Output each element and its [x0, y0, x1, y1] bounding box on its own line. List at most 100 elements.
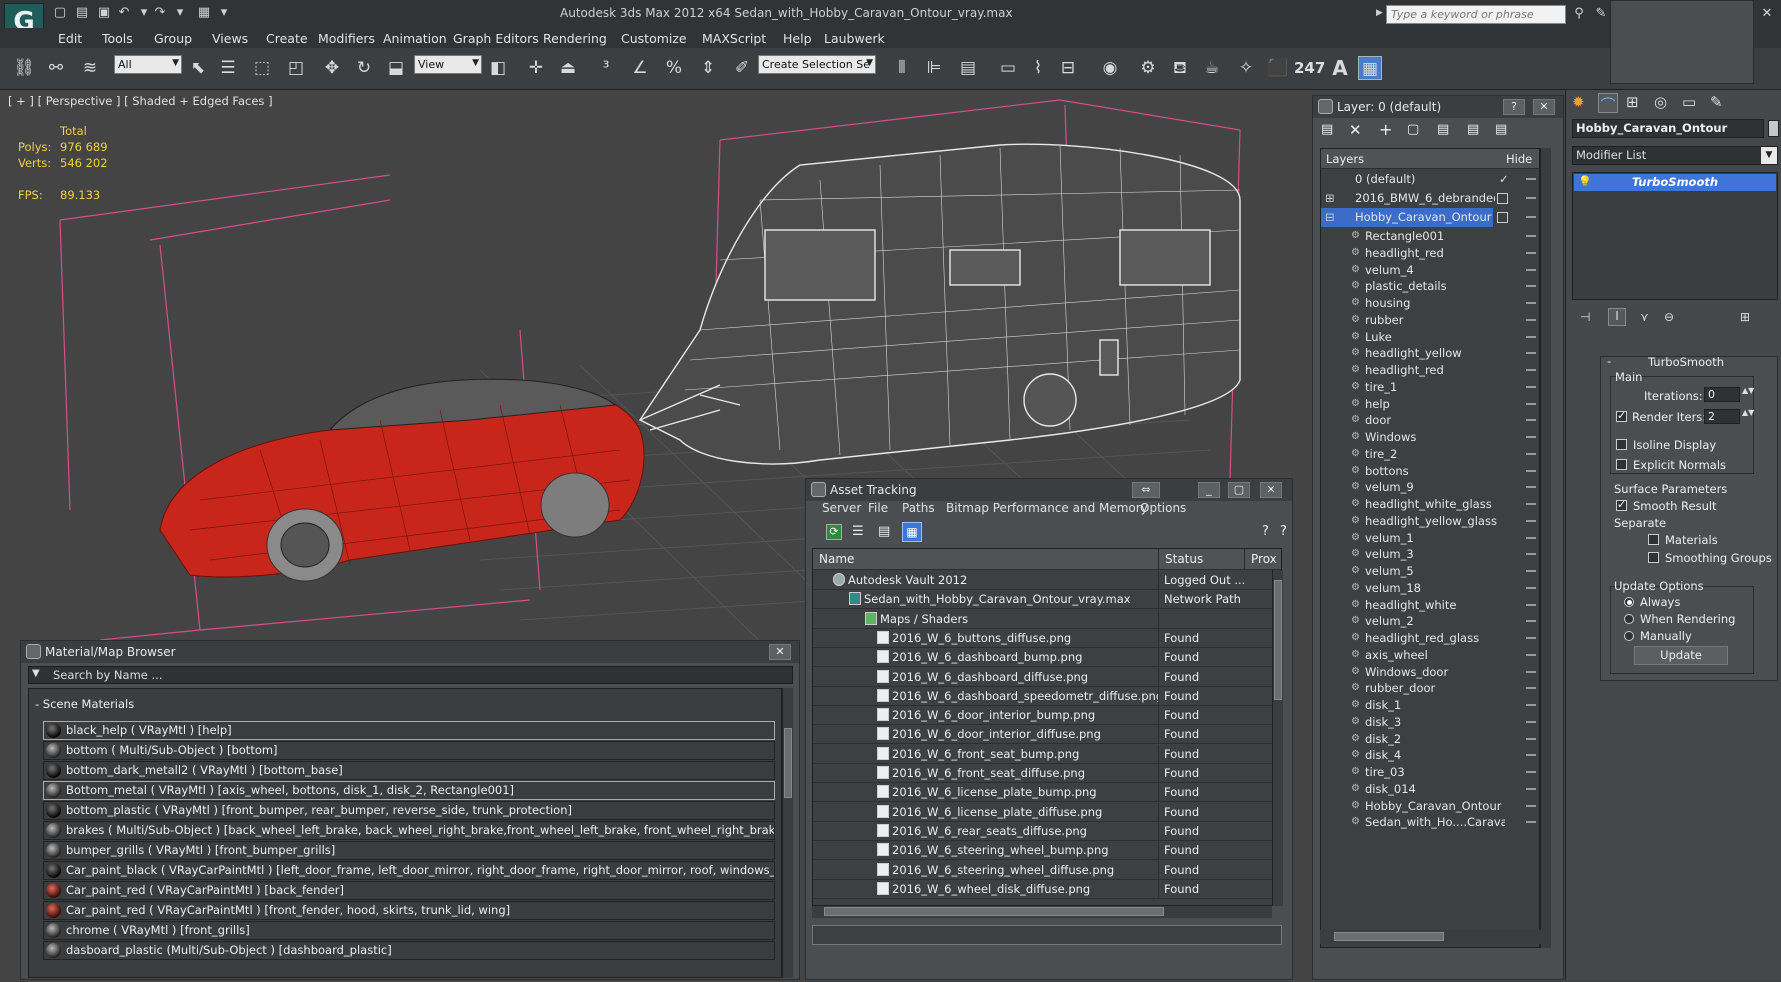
scrollbar-thumb[interactable]: [1334, 932, 1444, 941]
thumbnail-view-icon[interactable]: ▤: [878, 524, 894, 540]
menu-laubwerk[interactable]: Laubwerk: [824, 31, 885, 46]
hide-toggle[interactable]: [1526, 503, 1536, 505]
new-file-icon[interactable]: ▢: [52, 5, 68, 21]
viewport-label[interactable]: [ + ] [ Perspective ] [ Shaded + Edged F…: [8, 94, 273, 108]
minimize-icon[interactable]: _: [1198, 482, 1220, 498]
asset-tracking-titlebar[interactable]: Asset Tracking ⇔ _ ▢ ✕: [806, 479, 1292, 501]
asset-menu-file[interactable]: File: [868, 501, 888, 515]
redo-icon[interactable]: ↷: [152, 5, 168, 21]
keyboard-shortcut-override-icon[interactable]: ⏏: [556, 56, 580, 80]
table-row[interactable]: 2016_W_6_steering_wheel_bump.png Found: [813, 841, 1273, 861]
hide-toggle[interactable]: [1526, 216, 1536, 218]
display-tab-icon[interactable]: ▭: [1682, 93, 1696, 111]
options-dropdown-icon[interactable]: ▼: [32, 668, 40, 679]
hide-toggle[interactable]: [1526, 197, 1536, 199]
show-end-result-icon[interactable]: Ⅰ: [1608, 308, 1626, 326]
object-color-swatch[interactable]: [1768, 120, 1779, 137]
table-row[interactable]: Autodesk Vault 2012 Logged Out ...: [813, 571, 1273, 590]
hide-toggle[interactable]: [1526, 251, 1536, 254]
context-help-icon[interactable]: ?: [1280, 524, 1287, 539]
hide-toggle[interactable]: [1526, 821, 1536, 824]
smoothing-groups-checkbox[interactable]: [1648, 552, 1659, 563]
box-object-icon[interactable]: ⬛: [1266, 56, 1290, 80]
hide-toggle[interactable]: [1526, 704, 1536, 706]
edit-named-selection-icon[interactable]: ✐: [730, 56, 754, 80]
select-objects-icon[interactable]: ▢: [1407, 122, 1419, 137]
list-item[interactable]: bumper_grills ( VRayMtl ) [front_bumper_…: [43, 841, 775, 860]
quick-access-dropdown-icon[interactable]: ▾: [216, 5, 232, 21]
hide-toggle[interactable]: [1526, 436, 1536, 438]
hide-toggle[interactable]: [1526, 586, 1536, 589]
scrollbar-thumb[interactable]: [784, 728, 792, 798]
hide-toggle[interactable]: [1526, 385, 1536, 388]
menu-views[interactable]: Views: [212, 31, 248, 46]
table-row[interactable]: 2016_W_6_rear_seats_diffuse.png Found: [813, 821, 1273, 841]
rollout-collapse-icon[interactable]: -: [1607, 354, 1611, 368]
asset-path-field[interactable]: [812, 925, 1282, 945]
table-row[interactable]: 2016_W_6_steering_wheel_diffuse.png Found: [813, 860, 1273, 880]
rectangular-selection-icon[interactable]: ⬚: [250, 56, 274, 80]
percent-snap-icon[interactable]: %: [662, 56, 686, 80]
layer-manager-titlebar[interactable]: Layer: 0 (default) ? ✕: [1313, 96, 1563, 118]
hide-toggle[interactable]: [1526, 335, 1536, 338]
material-search-input[interactable]: Search by Name ...: [28, 666, 793, 684]
light-lister-icon[interactable]: ✧: [1234, 56, 1258, 80]
column-header-status[interactable]: Status: [1159, 549, 1245, 570]
menu-modifiers[interactable]: Modifiers: [318, 31, 375, 46]
column-header-layers[interactable]: Layers: [1321, 149, 1501, 169]
curve-editor-icon[interactable]: ⌇: [1026, 56, 1050, 80]
table-row[interactable]: 2016_W_6_dashboard_bump.png Found: [813, 648, 1273, 668]
table-row[interactable]: 2016_W_6_license_plate_bump.png Found: [813, 783, 1273, 803]
named-selection-dropdown[interactable]: Create Selection Se ▼: [758, 55, 876, 74]
hide-toggle[interactable]: [1526, 369, 1536, 371]
select-by-name-icon[interactable]: ☰: [216, 56, 240, 80]
pin-stack-icon[interactable]: ⊣: [1580, 310, 1590, 324]
hide-toggle[interactable]: [1526, 536, 1536, 539]
table-row[interactable]: 2016_W_6_dashboard_speedometr_diffuse.pn…: [813, 686, 1273, 706]
chevron-down-icon[interactable]: ▼: [1761, 147, 1777, 164]
column-header-name[interactable]: Name: [813, 549, 1159, 570]
update-button[interactable]: Update: [1634, 646, 1728, 665]
modifier-list-dropdown[interactable]: Modifier List: [1572, 146, 1778, 165]
counter-label[interactable]: 247: [1294, 59, 1325, 77]
asset-menu-paths[interactable]: Paths: [902, 501, 935, 515]
snaps-toggle-icon[interactable]: ³: [594, 56, 618, 80]
layer-row-default[interactable]: 0 (default) ✓: [1321, 170, 1539, 189]
menu-animation[interactable]: Animation: [383, 31, 447, 46]
table-row[interactable]: 2016_W_6_door_interior_bump.png Found: [813, 706, 1273, 726]
open-file-icon[interactable]: ▤: [74, 5, 90, 21]
close-icon[interactable]: ✕: [769, 644, 791, 660]
hide-toggle[interactable]: [1526, 620, 1536, 623]
hide-toggle[interactable]: [1526, 804, 1536, 807]
add-to-layer-icon[interactable]: +: [1379, 120, 1392, 139]
list-item[interactable]: Car_paint_red ( VRayCarPaintMtl ) [back_…: [43, 881, 775, 900]
redo-dropdown-icon[interactable]: ▾: [172, 5, 188, 21]
update-manually-radio[interactable]: [1624, 631, 1634, 641]
material-browser-titlebar[interactable]: Material/Map Browser ✕: [21, 641, 799, 663]
isoline-display-checkbox[interactable]: [1616, 439, 1627, 450]
project-folder-icon[interactable]: ▦: [196, 5, 212, 21]
hide-toggle[interactable]: [1526, 452, 1536, 455]
selection-filter-dropdown[interactable]: All ▼: [114, 55, 182, 74]
scene-materials-group[interactable]: - Scene Materials: [35, 697, 134, 711]
column-header-proxy[interactable]: Prox: [1245, 549, 1281, 570]
select-and-scale-icon[interactable]: ⬓: [384, 56, 408, 80]
close-icon[interactable]: ✕: [1758, 5, 1776, 23]
hide-toggle[interactable]: [1526, 603, 1536, 606]
object-name-field[interactable]: Hobby_Caravan_Ontour: [1572, 119, 1764, 138]
hide-toggle[interactable]: [1526, 302, 1536, 304]
explicit-normals-checkbox[interactable]: [1616, 459, 1627, 470]
make-unique-icon[interactable]: ⋎: [1640, 310, 1649, 324]
list-item[interactable]: Car_paint_red ( VRayCarPaintMtl ) [front…: [43, 901, 775, 920]
current-layer-checkbox[interactable]: [1497, 212, 1508, 223]
hide-toggle[interactable]: [1526, 687, 1536, 690]
pivot-center-icon[interactable]: ◧: [486, 56, 510, 80]
table-view-icon[interactable]: ▦: [902, 522, 922, 542]
render-setup-icon[interactable]: ⚙: [1136, 56, 1160, 80]
hide-toggle[interactable]: [1526, 637, 1536, 639]
list-item[interactable]: Car_paint_black ( VRayCarPaintMtl ) [lef…: [43, 861, 775, 880]
turbosmooth-rollout-title[interactable]: TurboSmooth: [1648, 355, 1724, 369]
asset-menu-options[interactable]: Options: [1140, 501, 1186, 515]
table-row[interactable]: 2016_W_6_wheel_disk_diffuse.png Found: [813, 879, 1273, 899]
align-icon[interactable]: ⊫: [922, 56, 946, 80]
